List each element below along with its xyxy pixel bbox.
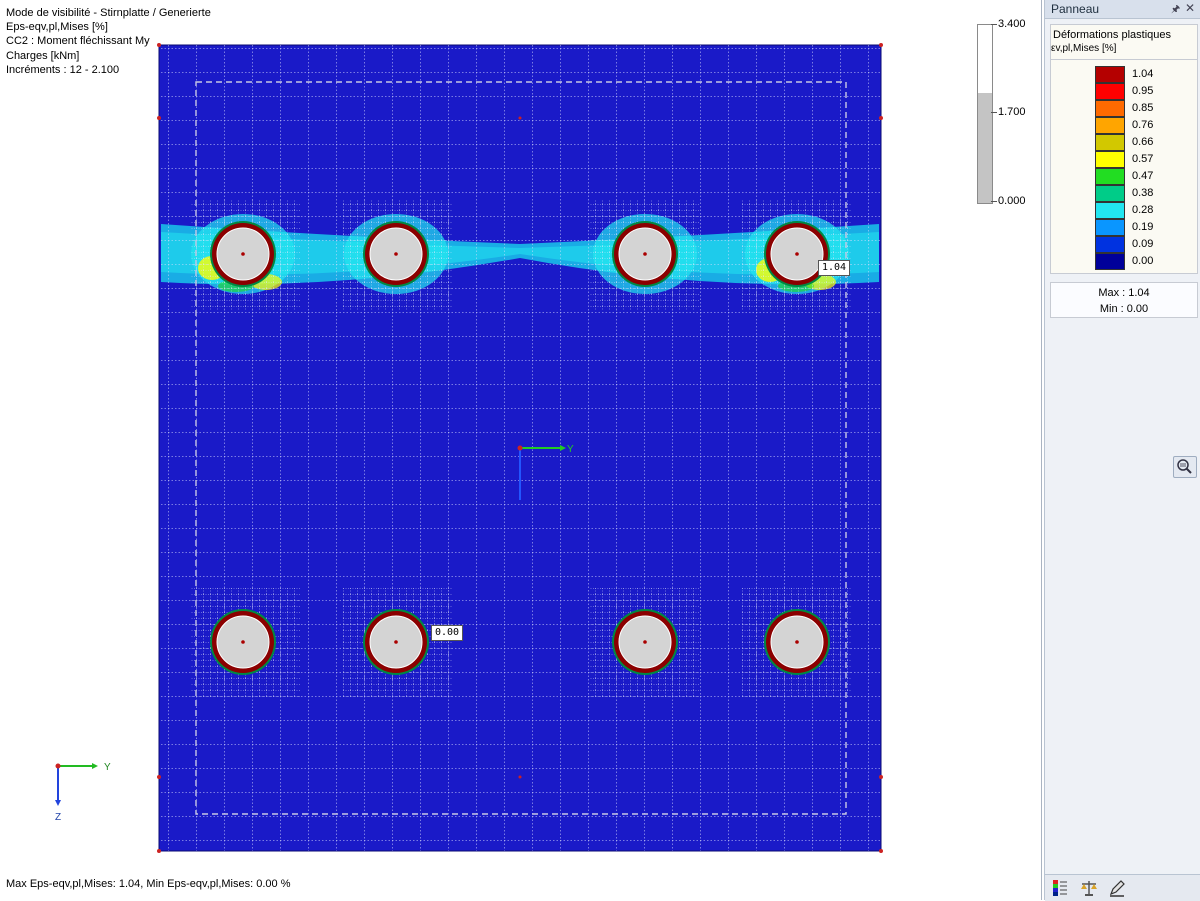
color-scale-icon: [1053, 880, 1067, 896]
scale-mid-label: 1.700: [998, 106, 1026, 118]
min-value-label[interactable]: 0.00: [431, 625, 464, 641]
color-legend: Déformations plastiques εv,pl,Mises [%] …: [1050, 24, 1198, 274]
panel[interactable]: Panneau 🖈 ✕ Déformations plastiques εv,p…: [1044, 0, 1200, 901]
legend-value: 0.09: [1132, 238, 1154, 250]
legend-value: 0.57: [1132, 153, 1154, 165]
scale-tick: [991, 24, 997, 25]
balance-button[interactable]: [1079, 878, 1099, 898]
legend-swatch: [1095, 100, 1125, 117]
legend-divider: [1051, 59, 1197, 60]
bolt-hole[interactable]: [210, 221, 276, 287]
legend-value: 1.04: [1132, 68, 1154, 80]
corner-axis-icon: Y Z: [55, 762, 111, 823]
legend-swatch: [1095, 66, 1125, 83]
color-scale-button[interactable]: [1050, 878, 1070, 898]
max-min-summary: Max : 1.04 Min : 0.00: [1050, 282, 1198, 318]
bolt-hole[interactable]: [764, 221, 830, 287]
scale-top-label: 3.400: [998, 18, 1026, 30]
panel-toolbar: [1045, 874, 1200, 901]
legend-swatch: [1095, 117, 1125, 134]
legend-value: 0.47: [1132, 170, 1154, 182]
pin-icon[interactable]: 🖈: [1171, 2, 1180, 19]
legend-value: 0.85: [1132, 102, 1154, 114]
scale-tick: [991, 201, 997, 202]
bolt-hole[interactable]: [210, 609, 276, 675]
scale-fill: [978, 92, 992, 203]
legend-swatch: [1095, 185, 1125, 202]
scale-tick: [991, 112, 997, 113]
min-summary: Min : 0.00: [1099, 303, 1149, 315]
legend-swatch: [1095, 253, 1125, 270]
bolt-hole[interactable]: [363, 609, 429, 675]
zoom-search-button[interactable]: [1173, 456, 1197, 478]
close-icon[interactable]: ✕: [1185, 1, 1195, 15]
max-summary: Max : 1.04: [1098, 287, 1150, 299]
bolt-hole[interactable]: [612, 221, 678, 287]
legend-value: 0.28: [1132, 204, 1154, 216]
panel-title: Panneau: [1051, 2, 1100, 16]
legend-swatch: [1095, 151, 1125, 168]
scale-bottom-label: 0.000: [998, 195, 1026, 207]
magnifier-icon: [1177, 459, 1192, 474]
corner-axis-y-label: Y: [104, 762, 111, 773]
legend-value: 0.00: [1132, 255, 1154, 267]
corner-axis-z-label: Z: [55, 812, 61, 823]
legend-value: 0.76: [1132, 119, 1154, 131]
bolt-hole[interactable]: [764, 609, 830, 675]
legend-value: 0.66: [1132, 136, 1154, 148]
pencil-icon: [1109, 880, 1125, 897]
legend-swatch: [1095, 168, 1125, 185]
legend-swatch: [1095, 219, 1125, 236]
model-viewport[interactable]: Mode de visibilité - Stirnplatte / Gener…: [0, 0, 1042, 900]
center-axis-y-label: Y: [567, 444, 574, 455]
legend-title: Déformations plastiques: [1053, 29, 1172, 41]
scale-bar: [977, 24, 993, 204]
bolt-hole[interactable]: [363, 221, 429, 287]
balance-icon: [1081, 881, 1097, 896]
bolt-hole[interactable]: [612, 609, 678, 675]
legend-swatch: [1095, 202, 1125, 219]
legend-subtitle: εv,pl,Mises [%]: [1051, 43, 1117, 54]
legend-value: 0.95: [1132, 85, 1154, 97]
status-text: Max Eps-eqv,pl,Mises: 1.04, Min Eps-eqv,…: [6, 878, 291, 890]
legend-swatch: [1095, 134, 1125, 151]
panel-header[interactable]: Panneau 🖈 ✕: [1045, 0, 1200, 19]
legend-value: 0.38: [1132, 187, 1154, 199]
legend-swatch: [1095, 236, 1125, 253]
legend-swatch: [1095, 83, 1125, 100]
plate-drawing[interactable]: Y Y Z: [0, 0, 1041, 900]
max-value-label[interactable]: 1.04: [818, 260, 851, 276]
legend-value: 0.19: [1132, 221, 1154, 233]
edit-settings-button[interactable]: [1107, 878, 1127, 898]
